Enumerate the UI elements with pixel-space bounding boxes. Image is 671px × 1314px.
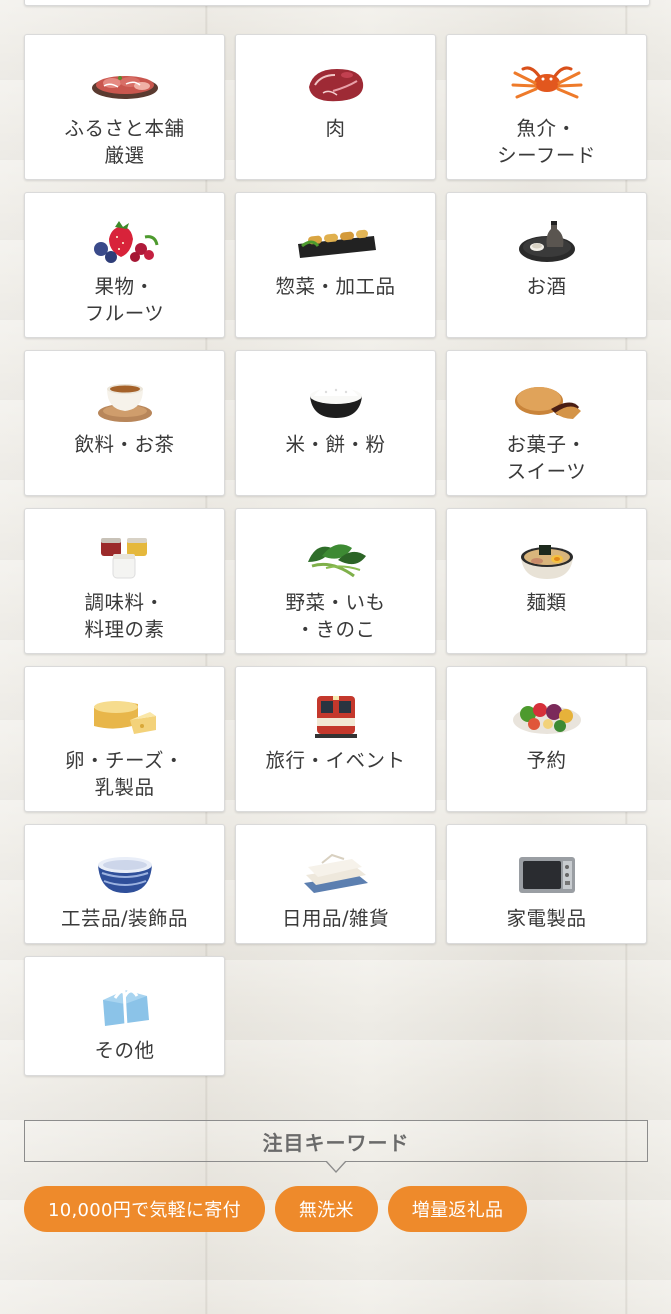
towels-icon xyxy=(291,847,381,901)
berries-icon xyxy=(80,215,170,269)
category-seasonings[interactable]: 調味料・ 料理の素 xyxy=(24,508,225,654)
sliced-meat-platter-icon xyxy=(80,57,170,111)
category-reservation[interactable]: 予約 xyxy=(446,666,647,812)
ramen-bowl-icon xyxy=(502,531,592,585)
rice-bowl-icon xyxy=(291,373,381,427)
category-seafood[interactable]: 魚介・ シーフード xyxy=(446,34,647,180)
category-travel-events[interactable]: 旅行・イベント xyxy=(235,666,436,812)
category-label: 肉 xyxy=(325,117,346,140)
category-grid: ふるさと本舗 厳選 肉 魚介・ シーフード 果物・ フルーツ 惣菜・加工品 お酒… xyxy=(24,34,648,1076)
category-label: 惣菜・加工品 xyxy=(275,275,396,298)
keyword-tag-list: 10,000円で気軽に寄付 無洗米 増量返礼品 xyxy=(24,1186,528,1232)
category-label: 日用品/雑貨 xyxy=(281,907,390,930)
category-label: 麺類 xyxy=(526,591,567,614)
category-meat[interactable]: 肉 xyxy=(235,34,436,180)
category-label: 飲料・お茶 xyxy=(74,433,175,456)
cheese-icon xyxy=(80,689,170,743)
category-label: 卵・チーズ・ 乳製品 xyxy=(64,749,185,799)
category-crafts[interactable]: 工芸品/装飾品 xyxy=(24,824,225,944)
category-dairy[interactable]: 卵・チーズ・ 乳製品 xyxy=(24,666,225,812)
gift-box-icon xyxy=(80,979,170,1033)
category-prepared-foods[interactable]: 惣菜・加工品 xyxy=(235,192,436,338)
category-rice[interactable]: 米・餅・粉 xyxy=(235,350,436,496)
beef-steak-icon xyxy=(291,57,381,111)
keywords-pointer-arrow xyxy=(325,1160,347,1173)
category-sweets[interactable]: お菓子・ スイーツ xyxy=(446,350,647,496)
vegetable-platter-icon xyxy=(502,689,592,743)
sake-set-icon xyxy=(502,215,592,269)
train-icon xyxy=(291,689,381,743)
category-label: その他 xyxy=(94,1039,155,1062)
tea-cup-icon xyxy=(80,373,170,427)
leafy-greens-icon xyxy=(291,531,381,585)
category-appliances[interactable]: 家電製品 xyxy=(446,824,647,944)
category-vegetables[interactable]: 野菜・いも ・きのこ xyxy=(235,508,436,654)
category-label: 予約 xyxy=(526,749,567,772)
keyword-tag-10000yen[interactable]: 10,000円で気軽に寄付 xyxy=(24,1186,265,1232)
category-furusato-honpo[interactable]: ふるさと本舗 厳選 xyxy=(24,34,225,180)
category-label: 調味料・ 料理の素 xyxy=(84,591,165,641)
category-label: 米・餅・粉 xyxy=(285,433,386,456)
category-label: ふるさと本舗 厳選 xyxy=(64,117,185,167)
category-label: 工芸品/装飾品 xyxy=(60,907,189,930)
crab-icon xyxy=(502,57,592,111)
category-label: お菓子・ スイーツ xyxy=(506,433,587,483)
category-noodles[interactable]: 麺類 xyxy=(446,508,647,654)
featured-keywords-title: 注目キーワード xyxy=(262,1130,410,1155)
keyword-tag-musenmai[interactable]: 無洗米 xyxy=(274,1186,378,1232)
category-label: お酒 xyxy=(526,275,567,298)
category-daily-goods[interactable]: 日用品/雑貨 xyxy=(235,824,436,944)
category-label: 野菜・いも ・きのこ xyxy=(285,591,386,641)
microwave-oven-icon xyxy=(502,847,592,901)
featured-keywords-header: 注目キーワード xyxy=(24,1120,648,1162)
condiment-jars-icon xyxy=(80,531,170,585)
category-label: 家電製品 xyxy=(506,907,587,930)
category-label: 魚介・ シーフード xyxy=(497,117,596,167)
ceramic-bowl-icon xyxy=(80,847,170,901)
category-label: 果物・ フルーツ xyxy=(84,275,165,325)
category-label: 旅行・イベント xyxy=(265,749,406,772)
dorayaki-icon xyxy=(502,373,592,427)
spring-rolls-icon xyxy=(291,215,381,269)
category-alcohol[interactable]: お酒 xyxy=(446,192,647,338)
category-other[interactable]: その他 xyxy=(24,956,225,1076)
category-beverages[interactable]: 飲料・お茶 xyxy=(24,350,225,496)
keyword-tag-zouryou[interactable]: 増量返礼品 xyxy=(387,1186,528,1232)
category-fruit[interactable]: 果物・ フルーツ xyxy=(24,192,225,338)
previous-section-card xyxy=(24,0,650,6)
